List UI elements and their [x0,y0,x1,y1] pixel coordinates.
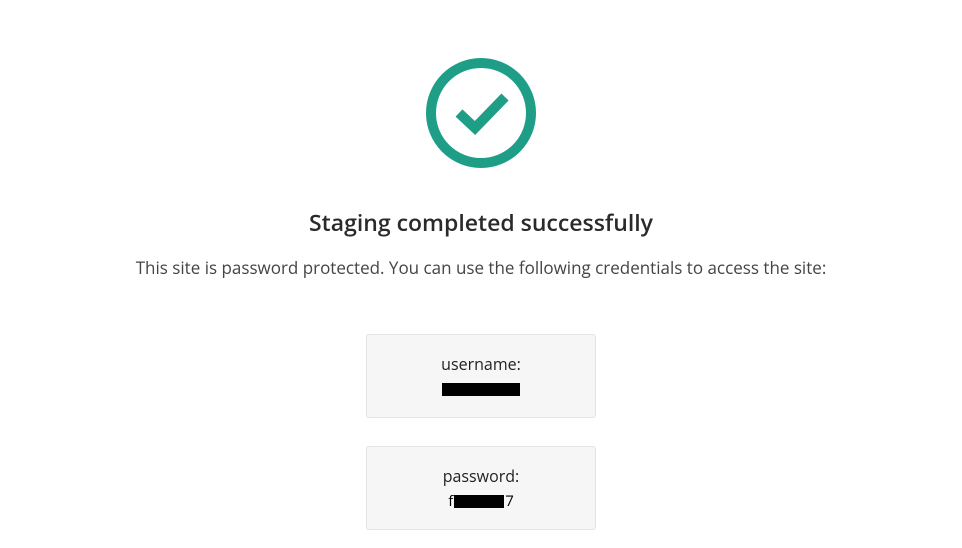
redacted-block [454,495,504,508]
username-label: username: [377,353,585,375]
username-value [442,379,520,399]
password-prefix: f [448,491,453,511]
password-suffix: 7 [505,491,514,511]
password-label: password: [377,465,585,487]
password-value: f7 [448,491,514,511]
redacted-block [442,383,520,396]
password-box: password: f7 [366,446,596,530]
username-box: username: [366,334,596,418]
success-check-icon [423,55,539,171]
page-title: Staging completed successfully [309,206,653,238]
description-text: This site is password protected. You can… [136,256,827,279]
